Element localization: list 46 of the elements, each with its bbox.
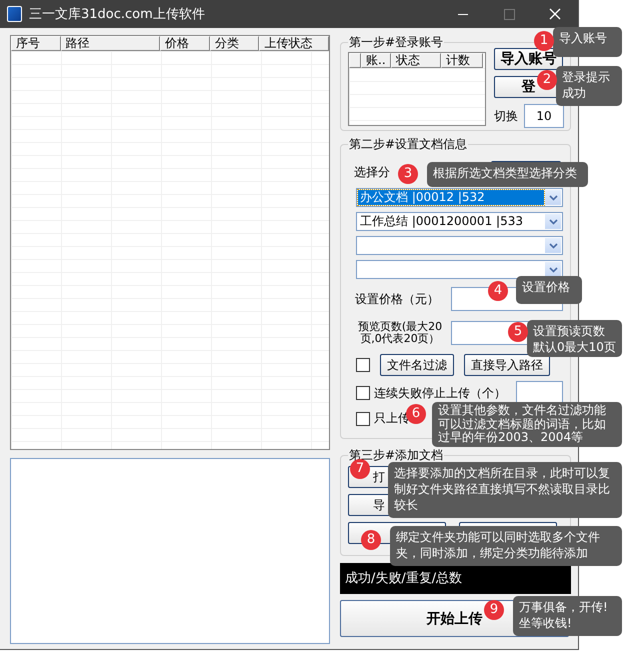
filter-button[interactable]: 直接导入路径 (464, 354, 550, 376)
callout-tooltip: 根据所选文档类型选择分类 (427, 162, 588, 187)
checkbox[interactable] (356, 412, 370, 426)
chevron-down-icon[interactable] (545, 238, 561, 253)
callout-tooltip: 设置价格 (516, 276, 582, 304)
column-header[interactable]: 状态 (391, 53, 441, 68)
close-icon (549, 8, 561, 20)
callout-tooltip: 登录提示成功 (556, 66, 622, 106)
callout-tooltip: 选择要添加的文档所在目录，此时可以复制好文件夹路径直接填写不然读取目录比较长 (388, 462, 622, 518)
chevron-down-icon[interactable] (545, 190, 561, 205)
checkbox-label: 连续失败停止上传（个） (374, 384, 506, 402)
callout-tooltip: 设置其他参数，文件名过滤功能可以过滤文档标题的词语，比如过早的年份2003、2004等 (432, 402, 622, 447)
maximize-icon (504, 8, 514, 20)
switch-field[interactable]: 10 (524, 104, 564, 128)
app-logo-icon (7, 6, 22, 22)
dropdown-value: 工作总结 |0001200001 |533 (359, 214, 524, 229)
chevron-down-icon[interactable] (545, 214, 561, 229)
category-label: 选择分 (354, 164, 390, 180)
category-dropdown[interactable]: 办公文档 |00012 |532 (356, 188, 563, 207)
column-header[interactable]: 计数 (441, 53, 483, 68)
preview-pages-label: 预览页数(最大20页,0代表20页） (356, 321, 444, 345)
column-header[interactable]: 路径 (60, 36, 160, 51)
category-dropdown[interactable] (356, 260, 563, 279)
status-bar: 成功/失败/重复/总数 (340, 563, 571, 594)
checkbox[interactable] (356, 386, 370, 400)
column-header[interactable] (349, 53, 361, 68)
checkbox[interactable] (356, 358, 370, 372)
group-title: 第一步#登录账号 (348, 34, 444, 51)
callout-tooltip: 绑定文件夹功能可以同时选取多个文件夹，同时添加，绑定分类功能待添加 (390, 526, 622, 566)
chevron-down-icon[interactable] (545, 262, 561, 277)
filter-button[interactable]: 文件名过滤 (380, 354, 454, 376)
dropdown-value: 办公文档 |00012 |532 (358, 190, 544, 205)
callout-tooltip: 万事俱备，开传!坐等收钱! (513, 596, 622, 636)
column-header[interactable]: 账.. (361, 53, 391, 68)
category-dropdown[interactable]: 工作总结 |0001200001 |533 (356, 212, 563, 231)
column-header[interactable]: 分类 (210, 36, 260, 51)
column-header[interactable]: 价格 (160, 36, 210, 51)
window-title: 三一文库31doc.com上传软件 (29, 6, 206, 23)
column-header[interactable]: 序号 (11, 36, 61, 51)
column-header[interactable]: 上传状态 (259, 36, 330, 51)
group-title: 第二步#设置文档信息 (348, 136, 468, 153)
callout-tooltip: 设置预读页数默认0最大10页 (527, 320, 622, 357)
login-button[interactable]: 导入账号 (494, 48, 563, 70)
switch-label: 切换 (494, 108, 518, 124)
price-label: 设置价格（元） (355, 290, 439, 308)
category-dropdown[interactable] (356, 236, 563, 255)
